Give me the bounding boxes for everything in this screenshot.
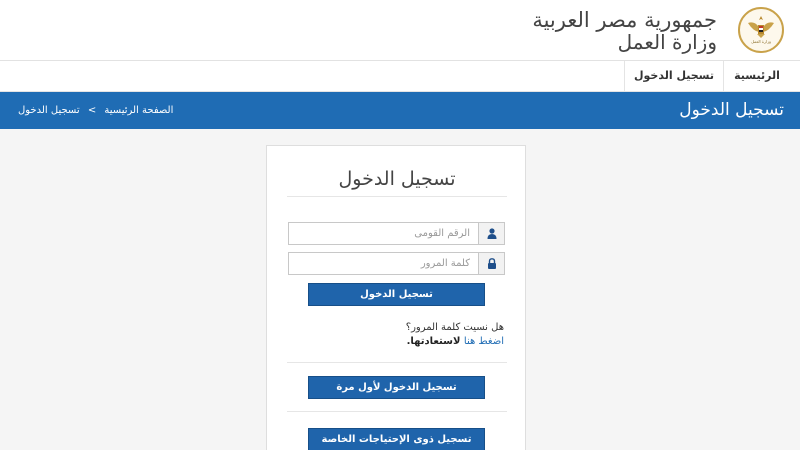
forgot-password-question: هل نسيت كلمة المرور؟ xyxy=(405,322,504,333)
login-card: تسجيل الدخول تسجيل الدخول هل نسيت كلمة ا… xyxy=(266,145,526,450)
eagle-emblem-icon: وزارة العمل xyxy=(738,7,784,53)
lock-icon xyxy=(478,253,504,274)
breadcrumb-home[interactable]: الصفحة الرئيسية xyxy=(104,103,173,119)
forgot-password-line: اضغط هنا لاستعادتها. xyxy=(407,335,504,348)
breadcrumb: الصفحة الرئيسية > تسجيل الدخول xyxy=(18,103,173,119)
page-banner: تسجيل الدخول الصفحة الرئيسية > تسجيل الد… xyxy=(0,92,800,129)
breadcrumb-separator: > xyxy=(87,105,97,116)
password-group xyxy=(288,252,505,275)
password-input[interactable] xyxy=(289,253,478,274)
emblem-caption: وزارة العمل xyxy=(751,39,771,44)
forgot-password-suffix: لاستعادتها. xyxy=(406,336,461,347)
login-title: تسجيل الدخول xyxy=(338,168,456,190)
nav-item-home[interactable]: الرئيسية xyxy=(724,61,790,92)
national-id-group xyxy=(288,222,505,245)
main-nav: الرئيسية تسجيل الدخول xyxy=(0,61,800,92)
forgot-password-link[interactable]: اضغط هنا xyxy=(464,336,504,347)
divider xyxy=(287,196,507,197)
breadcrumb-current: تسجيل الدخول xyxy=(18,105,80,116)
page-title: تسجيل الدخول xyxy=(679,100,784,120)
divider xyxy=(287,411,507,412)
national-id-input[interactable] xyxy=(289,223,478,244)
site-header: وزارة العمل جمهورية مصر العربية وزارة ال… xyxy=(0,0,800,61)
nav-item-login[interactable]: تسجيل الدخول xyxy=(624,61,724,92)
divider xyxy=(287,362,507,363)
login-button[interactable]: تسجيل الدخول xyxy=(308,283,485,306)
special-needs-register-button[interactable]: تسجيل ذوى الإحتياجات الخاصة xyxy=(308,428,485,450)
ministry-title: وزارة العمل xyxy=(617,30,717,54)
site-title: جمهورية مصر العربية xyxy=(532,8,717,32)
first-time-login-button[interactable]: تسجيل الدخول لأول مرة xyxy=(308,376,485,399)
user-icon xyxy=(478,223,504,244)
